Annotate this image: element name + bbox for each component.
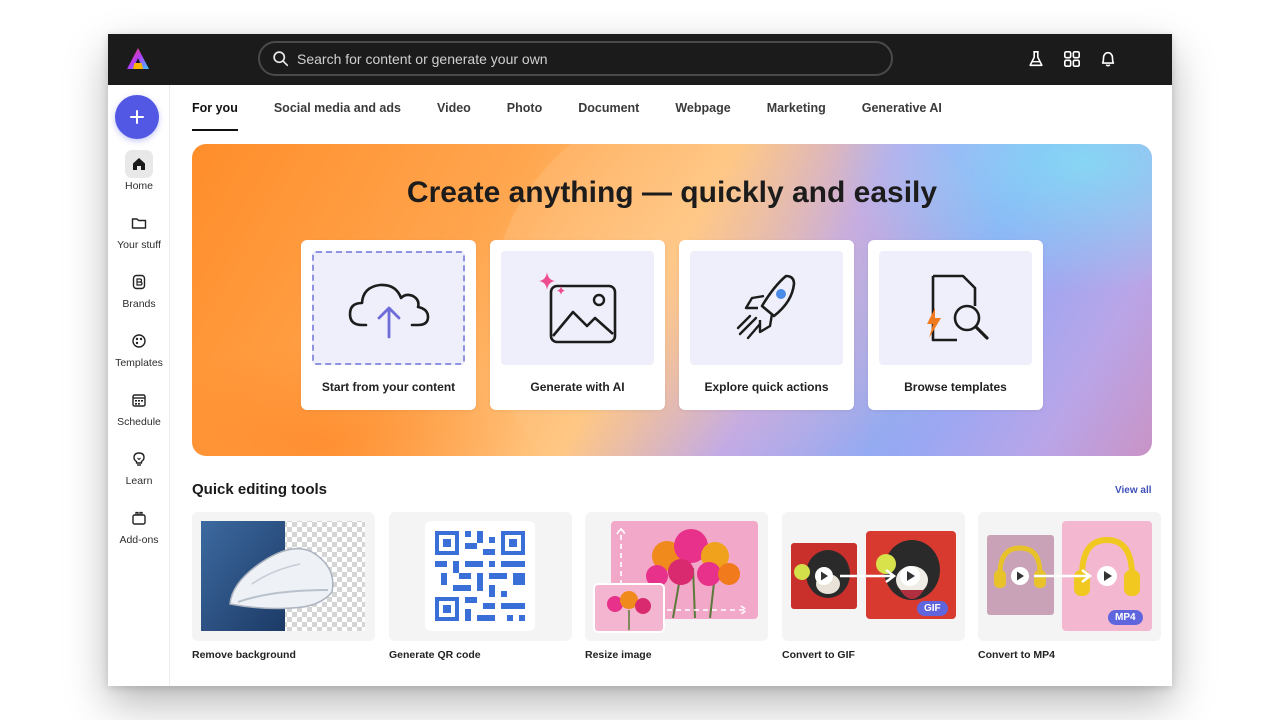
apps-grid-icon[interactable] [1061,48,1083,70]
section-title: Quick editing tools [192,481,328,498]
sidebar-item-label: Your stuff [117,239,161,251]
cloud-upload-icon [312,251,465,365]
hero-card-generate-with-ai[interactable]: Generate with AI [490,240,665,410]
gif-badge: GIF [917,601,948,616]
hero-card-browse-templates[interactable]: Browse templates [868,240,1043,410]
search-input[interactable] [297,50,857,67]
mp4-badge: MP4 [1108,610,1143,625]
sidebar-item-your-stuff[interactable]: Your stuff [108,209,170,251]
convert-to-gif-thumbnail: GIF [782,512,965,641]
lightbulb-icon [125,445,153,473]
view-all-link[interactable]: View all [1115,485,1152,496]
sidebar-item-add-ons[interactable]: Add-ons [108,504,170,546]
tab-generative-ai[interactable]: Generative AI [862,101,942,131]
hero-card-label: Start from your content [321,380,456,394]
tab-video[interactable]: Video [437,101,471,131]
templates-icon [125,327,153,355]
tool-generate-qr-code[interactable]: Generate QR code [389,512,572,661]
home-icon [125,150,153,178]
side-nav: Home Your stuff Brands Templates Schedul… [108,85,170,686]
tool-resize-image[interactable]: Resize image [585,512,768,661]
sidebar-item-home[interactable]: Home [108,150,170,192]
tool-convert-to-mp4[interactable]: MP4 Convert to MP4 [978,512,1161,661]
sidebar-item-learn[interactable]: Learn [108,445,170,487]
tab-social-media-and-ads[interactable]: Social media and ads [274,101,401,131]
search-bar[interactable] [258,41,893,76]
hero-title: Create anything — quickly and easily [406,176,938,209]
tab-document[interactable]: Document [578,101,639,131]
sidebar-item-brands[interactable]: Brands [108,268,170,310]
sidebar-item-label: Add-ons [119,534,159,546]
sidebar-item-label: Learn [125,475,153,487]
hero-card-label: Browse templates [904,380,1007,394]
sidebar-item-schedule[interactable]: Schedule [108,386,170,428]
sidebar-item-label: Brands [122,298,156,310]
folder-icon [125,209,153,237]
create-button[interactable] [115,95,159,139]
tool-label: Convert to GIF [782,649,855,661]
flask-icon[interactable] [1025,48,1047,70]
ai-image-icon [501,251,654,365]
sidebar-item-templates[interactable]: Templates [108,327,170,369]
calendar-icon [125,386,153,414]
tool-label: Remove background [192,649,296,661]
tool-label: Generate QR code [389,649,481,661]
plus-icon [130,110,144,124]
tool-remove-background[interactable]: Remove background [192,512,375,661]
convert-to-mp4-thumbnail: MP4 [978,512,1161,641]
qr-code-thumbnail [389,512,572,641]
hero-card-label: Explore quick actions [704,380,829,394]
tab-webpage[interactable]: Webpage [675,101,730,131]
tab-for-you[interactable]: For you [192,101,238,131]
addons-icon [125,504,153,532]
category-tabs: For you Social media and ads Video Photo… [192,101,978,131]
top-bar [108,34,1172,85]
brand-icon [125,268,153,296]
resize-image-thumbnail [585,512,768,641]
hero-card-label: Generate with AI [530,380,625,394]
sidebar-item-label: Home [124,180,153,192]
tab-marketing[interactable]: Marketing [767,101,826,131]
app-window: Home Your stuff Brands Templates Schedul… [108,34,1172,686]
sidebar-item-label: Schedule [117,416,161,428]
tool-convert-to-gif[interactable]: GIF Convert to GIF [782,512,965,661]
app-logo-icon[interactable] [125,46,151,72]
hero-card-start-from-content[interactable]: Start from your content [301,240,476,410]
sidebar-item-label: Templates [115,357,163,369]
hero-card-explore-quick-actions[interactable]: Explore quick actions [679,240,854,410]
tool-label: Resize image [585,649,652,661]
search-icon [273,51,289,67]
template-search-icon [879,251,1032,365]
tool-label: Convert to MP4 [978,649,1056,661]
hero-banner: Create anything — quickly and easily Sta… [192,144,1152,456]
bell-icon[interactable] [1097,48,1119,70]
tab-photo[interactable]: Photo [507,101,542,131]
remove-background-thumbnail [192,512,375,641]
rocket-icon [690,251,843,365]
